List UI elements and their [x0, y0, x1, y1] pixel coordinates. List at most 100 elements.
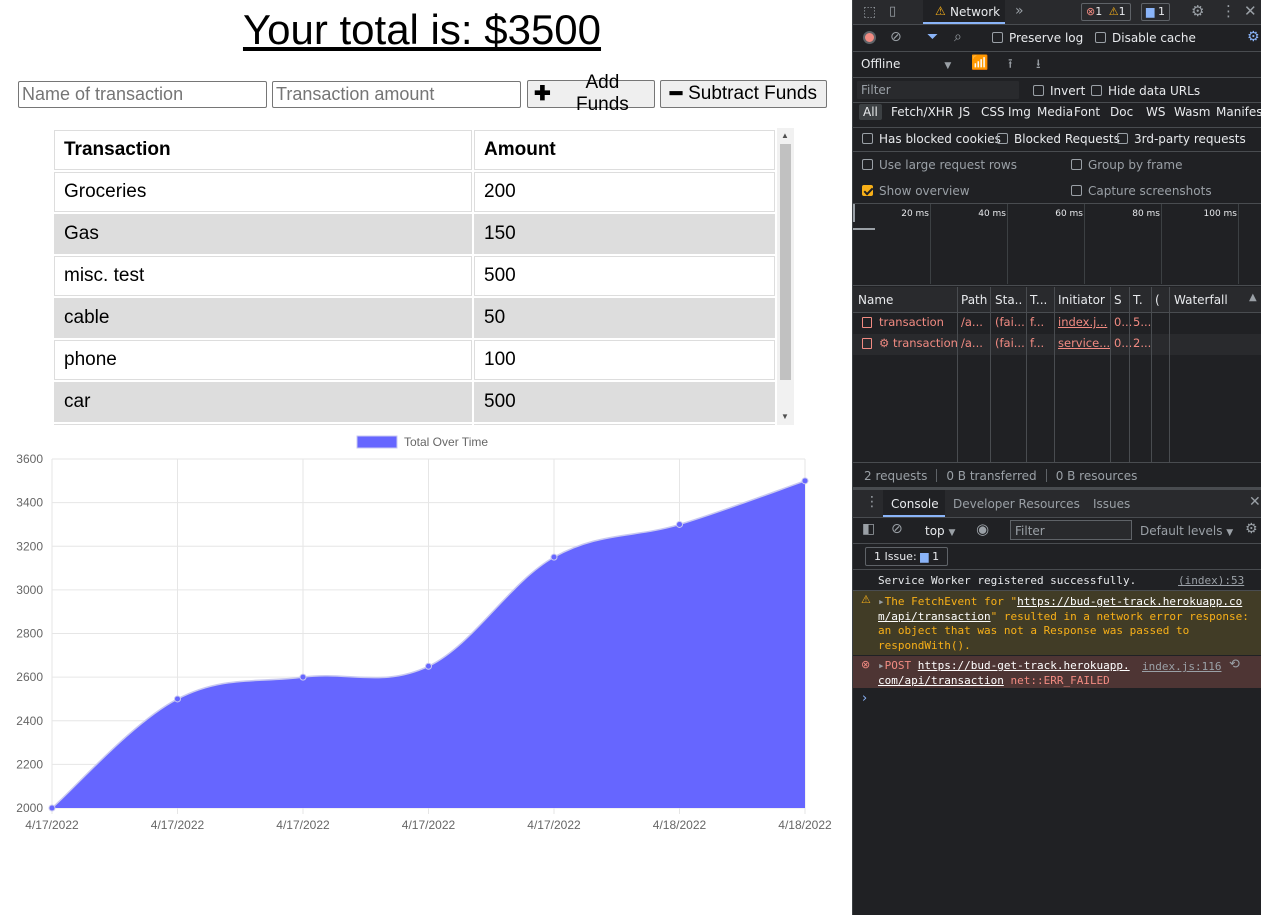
tab-developer-resources[interactable]: Developer Resources [953, 497, 1080, 511]
data-point[interactable] [48, 804, 56, 812]
sort-ascending-icon[interactable]: ▲ [1249, 292, 1257, 303]
transaction-amount-input[interactable] [272, 81, 521, 108]
request-name: transaction [879, 315, 944, 329]
scroll-up-icon[interactable]: ▲ [781, 131, 789, 140]
sidebar-toggle-icon[interactable]: ◧ [862, 521, 875, 537]
capture-screenshots-checkbox[interactable]: Capture screenshots [1071, 184, 1212, 198]
column-header[interactable]: S [1114, 293, 1122, 307]
group-by-frame-checkbox[interactable]: Group by frame [1071, 158, 1182, 172]
transaction-table-container[interactable]: Transaction Amount Groceries 200 Gas 150 mis… [52, 128, 794, 425]
clear-icon[interactable]: ⊘ [890, 29, 902, 45]
type-filter-ws[interactable]: WS [1142, 104, 1169, 120]
third-party-requests-checkbox[interactable]: 3rd-party requests [1117, 132, 1246, 146]
warning-url-link[interactable]: https://bud-get-track.herokuapp.co [1017, 595, 1242, 608]
data-point[interactable] [425, 662, 432, 670]
preserve-log-checkbox[interactable]: Preserve log [992, 31, 1083, 45]
network-conditions-icon[interactable]: 📶 [971, 55, 988, 71]
scroll-down-icon[interactable]: ▼ [781, 412, 789, 421]
invert-checkbox[interactable]: Invert [1033, 84, 1085, 98]
warning-url-link-cont[interactable]: m/api/transaction [878, 610, 991, 623]
settings-gear-icon[interactable]: ⚙ [1191, 2, 1204, 20]
context-selector[interactable]: top ▼ [925, 524, 955, 538]
more-tabs-icon[interactable]: » [1015, 3, 1024, 19]
device-toolbar-icon[interactable]: ▯ [889, 4, 896, 19]
clear-console-icon[interactable]: ⊘ [891, 521, 903, 537]
subtract-funds-button[interactable]: ━ Subtract Funds [660, 80, 827, 108]
network-filter-input[interactable]: Filter [857, 81, 1019, 99]
error-url-link-cont[interactable]: com/api/transaction [878, 674, 1004, 687]
add-funds-button[interactable]: ✚ Add Funds [527, 72, 655, 115]
scrollbar-thumb[interactable] [780, 144, 791, 380]
capture-screenshots-label: Capture screenshots [1088, 184, 1212, 198]
tab-network[interactable]: ⚠ Network [923, 0, 1005, 24]
export-har-icon[interactable]: ⭳ [1036, 55, 1041, 77]
large-request-rows-checkbox[interactable]: Use large request rows [862, 158, 1017, 172]
expand-triangle-icon[interactable]: ▸ [878, 659, 885, 672]
data-point[interactable] [801, 477, 809, 485]
data-point[interactable] [676, 520, 683, 528]
column-header[interactable]: Waterfall [1174, 293, 1228, 307]
log-levels-select[interactable]: Default levels ▼ [1140, 524, 1233, 538]
y-tick-label: 2000 [16, 801, 43, 815]
type-filter-img[interactable]: Img [1004, 104, 1035, 120]
column-header[interactable]: Name [858, 293, 893, 307]
console-settings-icon[interactable]: ⚙ [1245, 521, 1258, 537]
tab-console[interactable]: Console [883, 490, 945, 517]
console-filter-input[interactable]: Filter [1010, 520, 1132, 540]
kebab-menu-icon[interactable]: ⋮ [1221, 2, 1236, 20]
filter-icon[interactable]: ⏷ [927, 29, 938, 45]
error-url-link[interactable]: https://bud-get-track.herokuapp. [918, 659, 1130, 672]
request-path: /a... [961, 336, 983, 350]
search-icon[interactable]: ⌕ [954, 29, 962, 45]
network-settings-icon[interactable]: ⚙ [1247, 29, 1260, 45]
network-panel-link-icon[interactable]: ⟲ [1229, 657, 1240, 672]
issues-link-badge[interactable]: 1 Issue: ▆ 1 [865, 547, 949, 566]
import-har-icon[interactable]: ⭱ [1008, 55, 1013, 77]
network-overview-timeline[interactable]: 20 ms 40 ms 60 ms 80 ms 100 ms [853, 204, 1261, 284]
transaction-table: Transaction Amount Groceries 200 Gas 150 mis… [52, 128, 777, 425]
type-filter-fetch-xhr[interactable]: Fetch/XHR [887, 104, 957, 120]
warning-count: 1 [1118, 5, 1126, 18]
tab-network-label: Network [950, 5, 1001, 19]
transaction-amount-cell: 200 [474, 172, 775, 212]
type-filter-doc[interactable]: Doc [1106, 104, 1137, 120]
type-filter-all[interactable]: All [859, 104, 882, 120]
throttling-select[interactable]: Offline ▼ [861, 57, 951, 71]
table-scrollbar[interactable]: ▲ ▼ [777, 128, 794, 425]
inspect-element-icon[interactable]: ⬚ [863, 4, 876, 20]
column-header[interactable]: Initiator [1058, 293, 1105, 307]
error-source-link[interactable]: index.js:116 [1142, 660, 1221, 673]
column-header[interactable]: T... [1030, 293, 1047, 307]
issues-counter[interactable]: ▆ 1 [1141, 3, 1170, 21]
close-devtools-icon[interactable]: ✕ [1244, 2, 1257, 20]
close-drawer-icon[interactable]: ✕ [1249, 494, 1261, 510]
type-filter-manifest[interactable]: Manifest [1212, 104, 1261, 120]
data-point[interactable] [174, 695, 181, 703]
hide-data-urls-checkbox[interactable]: Hide data URLs [1091, 84, 1200, 98]
data-point[interactable] [550, 553, 558, 561]
type-filter-font[interactable]: Font [1070, 104, 1104, 120]
console-info-source-link[interactable]: (index):53 [1178, 574, 1244, 587]
column-header[interactable]: ( [1155, 293, 1160, 307]
error-warning-counter[interactable]: ⊗1 ⚠1 [1081, 3, 1131, 21]
request-initiator[interactable]: service... [1058, 336, 1110, 350]
transaction-name-input[interactable] [18, 81, 267, 108]
column-header[interactable]: T. [1133, 293, 1143, 307]
console-prompt-icon[interactable]: › [862, 691, 867, 706]
show-overview-checkbox[interactable]: Show overview [862, 184, 970, 198]
live-expression-eye-icon[interactable]: ◉ [976, 520, 989, 538]
record-icon[interactable] [863, 31, 876, 44]
type-filter-js[interactable]: JS [955, 104, 974, 120]
expand-triangle-icon[interactable]: ▸ [878, 595, 885, 608]
disable-cache-checkbox[interactable]: Disable cache [1095, 31, 1196, 45]
column-header[interactable]: Path [961, 293, 987, 307]
data-point[interactable] [299, 673, 307, 681]
blocked-requests-checkbox[interactable]: Blocked Requests [997, 132, 1120, 146]
tab-console-label: Console [891, 497, 939, 511]
column-header[interactable]: Sta.. [995, 293, 1022, 307]
request-initiator[interactable]: index.j... [1058, 315, 1107, 329]
type-filter-wasm[interactable]: Wasm [1170, 104, 1214, 120]
has-blocked-cookies-checkbox[interactable]: Has blocked cookies [862, 132, 1001, 146]
drawer-menu-icon[interactable]: ⋮ [865, 494, 879, 510]
tab-issues[interactable]: Issues [1093, 497, 1130, 511]
